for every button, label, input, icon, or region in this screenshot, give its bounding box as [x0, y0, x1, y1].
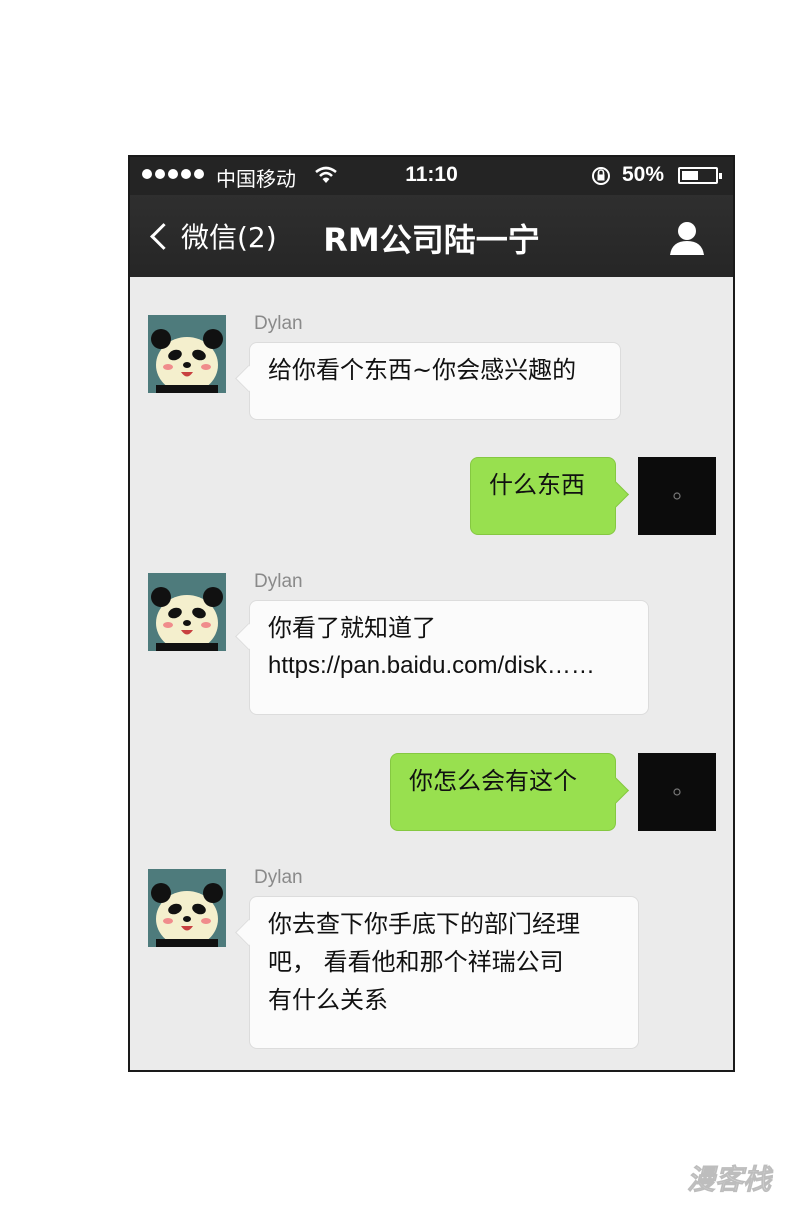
message-link[interactable]: https://pan.baidu.com/disk…… [268, 647, 630, 685]
received-message-bubble[interactable]: 给你看个东西~你会感兴趣的 [249, 342, 621, 420]
panda-avatar-icon[interactable] [148, 869, 226, 947]
panda-avatar-icon[interactable] [148, 573, 226, 651]
received-message-bubble[interactable]: 你去查下你手底下的部门经理 吧， 看看他和那个祥瑞公司 有什么关系 [249, 896, 639, 1049]
panda-avatar-icon[interactable] [148, 315, 226, 393]
received-message-bubble[interactable]: 你看了就知道了 https://pan.baidu.com/disk…… [249, 600, 649, 715]
sent-message-bubble[interactable]: 什么东西 [470, 457, 616, 535]
person-icon[interactable] [668, 219, 706, 257]
sender-name: Dylan [254, 313, 303, 334]
message-text: 有什么关系 [268, 986, 388, 1014]
sender-name: Dylan [254, 867, 303, 888]
status-bar: 中国移动 11:10 50% [130, 157, 733, 195]
phone-frame: 中国移动 11:10 50% 微信(2) RM公司陆一宁 Dylan 给你看个东… [128, 155, 735, 1072]
chat-area: Dylan 给你看个东西~你会感兴趣的 什么东西 Dylan 你看了就知道了 h… [130, 277, 733, 1070]
message-text: 你去查下你手底下的部门经理 [268, 910, 580, 938]
chat-title: RM公司陆一宁 [323, 221, 540, 259]
navigation-bar: 微信(2) RM公司陆一宁 [130, 195, 733, 277]
user-avatar-icon[interactable] [638, 753, 716, 831]
message-text: 给你看个东西~你会感兴趣的 [268, 356, 577, 384]
watermark-logo: 漫客栈 [668, 1158, 790, 1200]
message-text: 你看了就知道了 [268, 614, 436, 642]
battery-percentage: 50% [622, 163, 665, 186]
message-text: 吧， 看看他和那个祥瑞公司 [268, 948, 564, 976]
rotation-lock-icon [592, 167, 610, 185]
sent-message-bubble[interactable]: 你怎么会有这个 [390, 753, 616, 831]
svg-text:漫客栈: 漫客栈 [687, 1163, 774, 1196]
message-text: 你怎么会有这个 [409, 767, 577, 795]
sender-name: Dylan [254, 571, 303, 592]
battery-icon [678, 167, 722, 184]
message-text: 什么东西 [489, 471, 585, 499]
user-avatar-icon[interactable] [638, 457, 716, 535]
